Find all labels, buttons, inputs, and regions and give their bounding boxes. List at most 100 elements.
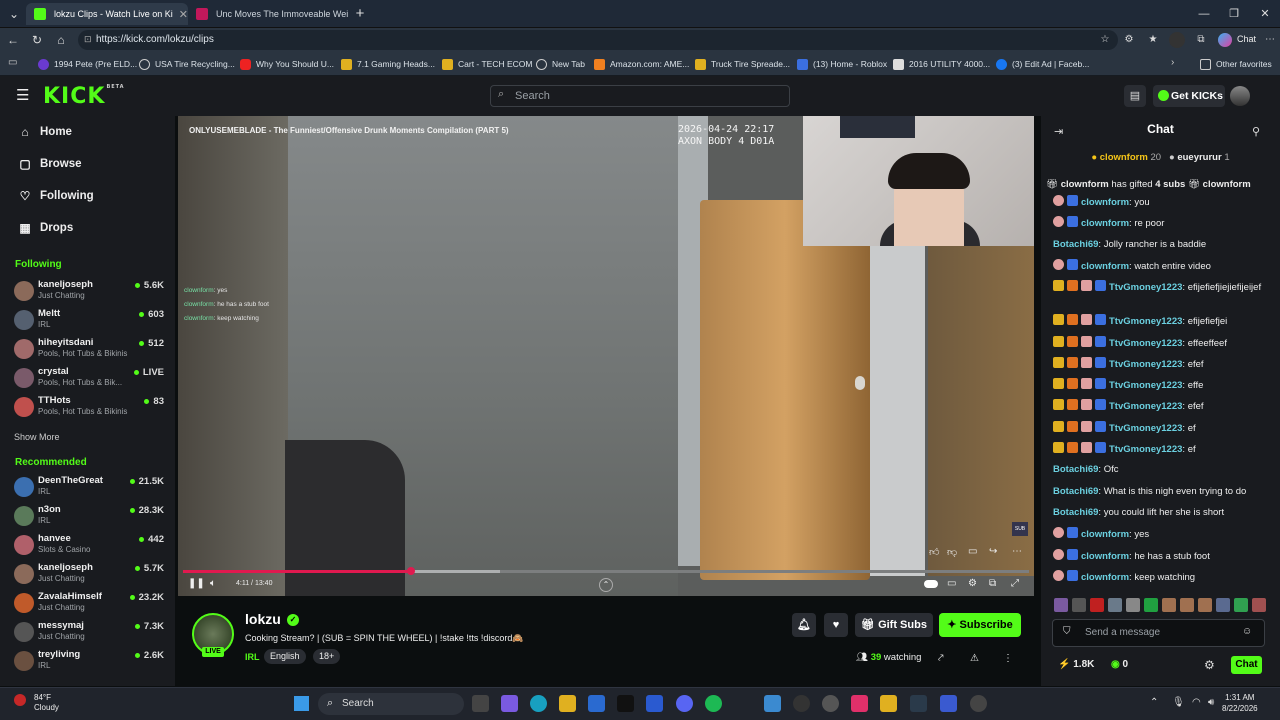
app-icon[interactable] [880,695,897,712]
bookmark-item[interactable]: Why You Should U... [240,56,334,72]
comment-icon[interactable]: ▭ [968,546,977,557]
channel-item[interactable]: kaneljoseph Just Chatting 5.6K [14,279,164,305]
url-input[interactable]: https://kick.com/lokzu/clips [78,30,1118,50]
close-tab-icon[interactable]: ✕ [173,8,188,21]
store-icon[interactable] [588,695,605,712]
sidebar-toggle-icon[interactable]: ▭ [8,57,17,68]
windows-start-icon[interactable] [294,696,309,711]
tab-unc[interactable]: Unc Moves The Immoveable Weig ✕ [188,3,348,25]
copilot-icon[interactable] [1218,33,1232,47]
tag-mature[interactable]: 18+ [313,649,341,664]
chat-message[interactable]: TtvGmoney1223: efijefiefjei [1053,314,1268,328]
channel-item[interactable]: treyliving IRL 2.6K [14,649,164,675]
chat-username[interactable]: clownform [1081,551,1129,562]
roblox-icon[interactable] [646,695,663,712]
chat-message[interactable]: clownform: keep watching [1053,569,1268,584]
chat-button-label[interactable]: Chat [1237,34,1256,44]
tag-language[interactable]: English [264,649,306,664]
channel-item[interactable]: TTHots Pools, Hot Tubs & Bikinis 83 [14,395,164,421]
close-window-icon[interactable]: ✕ [1250,4,1280,24]
bookmark-item[interactable]: (3) Edit Ad | Faceb... [996,56,1089,72]
wifi-icon[interactable]: ◠ [1192,697,1201,708]
chat-settings-icon[interactable]: ⚙ [1204,658,1215,672]
tiktok-icon[interactable] [617,695,634,712]
app-icon[interactable] [851,695,868,712]
other-favorites[interactable]: Other favorites [1200,56,1272,72]
channel-item[interactable]: DeenTheGreat IRL 21.5K [14,475,164,501]
bookmark-item[interactable]: 7.1 Gaming Heads... [341,56,435,72]
channel-item[interactable]: messymaj Just Chatting 7.3K [14,620,164,646]
menu-icon[interactable]: ☰ [16,87,32,105]
nav-drops[interactable]: ▦ Drops [18,218,73,238]
bookmark-item[interactable]: Amazon.com: AME... [594,56,689,72]
taskbar-search[interactable]: Search [318,693,464,715]
theater-toggle[interactable] [924,580,938,588]
dislike-icon[interactable]: 👎︎ [947,546,957,558]
chat-message[interactable]: Botachi69: you could lift her she is sho… [1053,506,1268,519]
chat-message[interactable]: TtvGmoney1223: efijefiefjiejiefijeijef [1053,280,1268,294]
collections-icon[interactable]: ⧉ [1193,32,1209,48]
chat-send-button[interactable]: Chat [1231,656,1262,674]
discord-icon[interactable] [676,695,693,712]
share-icon[interactable]: ⤤ [938,653,944,664]
subscribe-button[interactable]: ✦ Subscribe [939,613,1021,637]
extension-icon[interactable]: ⚙ [1121,32,1137,48]
channel-item[interactable]: crystal Pools, Hot Tubs & Bik... LIVE [14,366,164,392]
follow-heart-icon[interactable]: ♥ [824,613,848,637]
back-icon[interactable]: ← [3,30,23,50]
chat-username[interactable]: clownform [1081,218,1129,229]
chevron-right-icon[interactable]: › [1171,57,1174,68]
bookmark-item[interactable]: Truck Tire Spreade... [695,56,790,72]
chat-username[interactable]: clownform [1081,529,1129,540]
home-icon[interactable]: ⌂ [51,30,71,50]
chat-message[interactable]: clownform: you [1053,195,1268,209]
chat-message[interactable]: TtvGmoney1223: ef [1053,420,1268,435]
show-more-link[interactable]: Show More [14,432,60,442]
nav-browse[interactable]: ▢ Browse [18,154,81,174]
fullscreen-icon[interactable]: ⤢ [1011,578,1019,589]
profile-icon[interactable] [1169,32,1185,48]
weather-alert-icon[interactable] [14,694,26,706]
emoji-icon[interactable]: ☺ [1242,626,1252,637]
notification-bell-icon[interactable]: 🔔︎ [792,613,816,637]
file-explorer-icon[interactable] [559,695,576,712]
channel-item[interactable]: Meltt IRL 603 [14,308,164,334]
channel-item[interactable]: hanvee Slots & Casino 442 [14,533,164,559]
gift-subs-button[interactable]: 🎁︎ Gift Subs [855,613,933,637]
chat-message[interactable]: TtvGmoney1223: efef [1053,399,1268,413]
channel-item[interactable]: kaneljoseph Just Chatting 5.7K [14,562,164,588]
channel-item[interactable]: n3on IRL 28.3K [14,504,164,530]
edge-icon[interactable] [530,695,547,712]
app-icon[interactable] [910,695,927,712]
favorite-star-icon[interactable]: ☆ [1097,32,1113,48]
chat-message[interactable]: Botachi69: What is this nigh even trying… [1053,485,1268,498]
tab-kick[interactable]: lokzu Clips - Watch Live on Ki ✕ [26,3,188,25]
stream-category[interactable]: IRL [245,652,260,662]
chat-message[interactable]: clownform: re poor [1053,216,1268,230]
chat-username[interactable]: clownform [1081,261,1129,272]
nav-home[interactable]: ⌂ Home [18,122,72,142]
kick-logo[interactable]: KICKBETA [43,84,125,109]
captions-icon[interactable]: ▭ [947,578,956,589]
chat-message[interactable]: clownform: yes [1053,527,1268,541]
system-clock[interactable]: 1:31 AM 8/22/2026 [1222,692,1258,714]
pip-icon[interactable]: ⧉ [989,578,996,589]
chat-message[interactable]: clownform: watch entire video [1053,258,1268,273]
kicks-balance[interactable]: ⚡ 1.8K [1058,659,1094,670]
chat-message[interactable]: TtvGmoney1223: effe [1053,378,1268,392]
search-input[interactable]: Search [490,85,790,107]
chat-username[interactable]: Botachi69 [1053,507,1098,518]
streamer-name[interactable]: lokzu [245,611,281,627]
share-icon[interactable]: ↪ [989,546,997,557]
volume-icon[interactable]: 🔊︎ [1208,697,1214,708]
report-icon[interactable]: ⚠ [970,653,979,664]
bookmark-item[interactable]: Cart - TECH ECOM [442,56,532,72]
avatar[interactable] [1230,86,1250,106]
copilot-app-icon[interactable] [501,695,518,712]
weather-widget[interactable]: 84°F Cloudy [34,693,59,713]
pause-icon[interactable]: ❚❚ [188,578,205,589]
chat-username[interactable]: clownform [1081,197,1129,208]
site-info-icon[interactable]: ⊡ [84,34,92,45]
chat-username[interactable]: TtvGmoney1223 [1109,380,1182,391]
bookmark-item[interactable]: 1994 Pete (Pre ELD... [38,56,137,72]
